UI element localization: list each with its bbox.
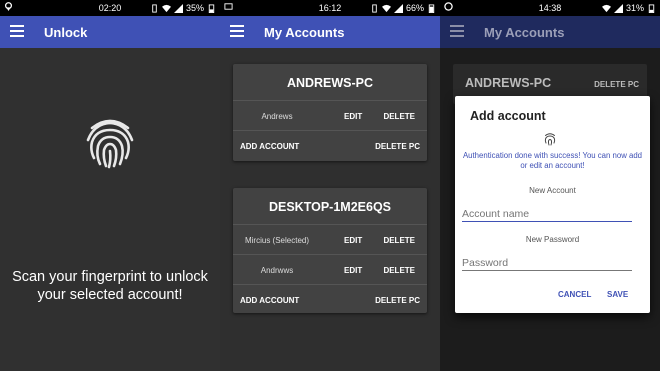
fingerprint-icon (544, 133, 556, 146)
page-title: My Accounts (264, 25, 345, 40)
account-row: Andrews EDIT DELETE (233, 100, 427, 130)
account-row: Mircius (Selected) EDIT DELETE (233, 224, 427, 254)
vibrate-icon (152, 3, 157, 13)
save-button[interactable]: SAVE (607, 290, 628, 299)
battery-icon (648, 3, 655, 13)
card-actions: ADD ACCOUNT DELETE PC (233, 130, 427, 160)
add-account-button[interactable]: ADD ACCOUNT (240, 142, 299, 151)
add-account-button[interactable]: ADD ACCOUNT (240, 296, 299, 305)
password-input[interactable] (462, 255, 632, 271)
accounts-screen: 16:12 66% My Accounts ANDREWS-PC Andrews… (220, 0, 440, 371)
add-account-dialog: Add account Authentication done with suc… (455, 96, 650, 313)
wifi-icon (601, 4, 611, 12)
wifi-icon (161, 4, 171, 12)
delete-button[interactable]: DELETE (383, 236, 415, 245)
account-name: Mircius (Selected) (244, 236, 309, 245)
add-account-screen: 14:38 31% My Accounts ANDREWS-PC DELETE … (440, 0, 660, 371)
status-bar: 02:20 35% (0, 0, 220, 16)
edit-button[interactable]: EDIT (344, 236, 362, 245)
auth-message: Authentication done with success! You ca… (462, 151, 643, 170)
new-account-label: New Account (529, 186, 576, 195)
account-name-input[interactable] (462, 206, 632, 222)
wifi-icon (381, 4, 391, 12)
pc-name: ANDREWS-PC (286, 76, 374, 90)
unlock-screen: 02:20 35% Unlock Scan your fingerprint t… (0, 0, 220, 371)
pc-name: DESKTOP-1M2E6QS (268, 200, 392, 214)
battery-icon (208, 3, 215, 13)
account-name: Andrews (261, 112, 293, 121)
delete-button[interactable]: DELETE (383, 112, 415, 121)
page-title: My Accounts (484, 25, 565, 40)
battery-percent: 66% (405, 3, 424, 13)
card-actions: ADD ACCOUNT DELETE PC (233, 284, 427, 314)
app-bar: My Accounts (220, 16, 440, 48)
app-bar: Unlock (0, 16, 220, 48)
signal-icon (393, 3, 403, 13)
menu-icon[interactable] (230, 25, 244, 37)
account-row: Andrwws EDIT DELETE (233, 254, 427, 284)
app-bar: My Accounts (440, 16, 660, 48)
pc-card: DESKTOP-1M2E6QS Mircius (Selected) EDIT … (233, 188, 427, 313)
pc-card: ANDREWS-PC Andrews EDIT DELETE ADD ACCOU… (233, 64, 427, 161)
signal-icon (173, 3, 183, 13)
fingerprint-icon[interactable] (82, 114, 138, 170)
status-bar: 14:38 31% (440, 0, 660, 16)
cancel-button[interactable]: CANCEL (558, 290, 591, 299)
new-password-label: New Password (525, 235, 580, 244)
battery-percent: 35% (185, 3, 204, 13)
battery-percent: 31% (625, 3, 644, 13)
edit-button[interactable]: EDIT (344, 112, 362, 121)
menu-icon[interactable] (450, 25, 464, 37)
menu-icon[interactable] (10, 25, 24, 37)
pc-name: ANDREWS-PC (465, 76, 552, 90)
delete-pc-button[interactable]: DELETE PC (594, 80, 639, 89)
delete-pc-button[interactable]: DELETE PC (375, 142, 420, 151)
signal-icon (613, 3, 623, 13)
delete-button[interactable]: DELETE (383, 266, 415, 275)
status-bar: 16:12 66% (220, 0, 440, 16)
vibrate-icon (372, 3, 377, 13)
account-name: Andrwws (260, 266, 294, 275)
battery-icon (428, 3, 435, 13)
scan-instructions: Scan your fingerprint to unlock your sel… (12, 269, 208, 303)
dialog-title: Add account (470, 109, 546, 123)
delete-pc-button[interactable]: DELETE PC (375, 296, 420, 305)
page-title: Unlock (44, 25, 88, 40)
edit-button[interactable]: EDIT (344, 266, 362, 275)
